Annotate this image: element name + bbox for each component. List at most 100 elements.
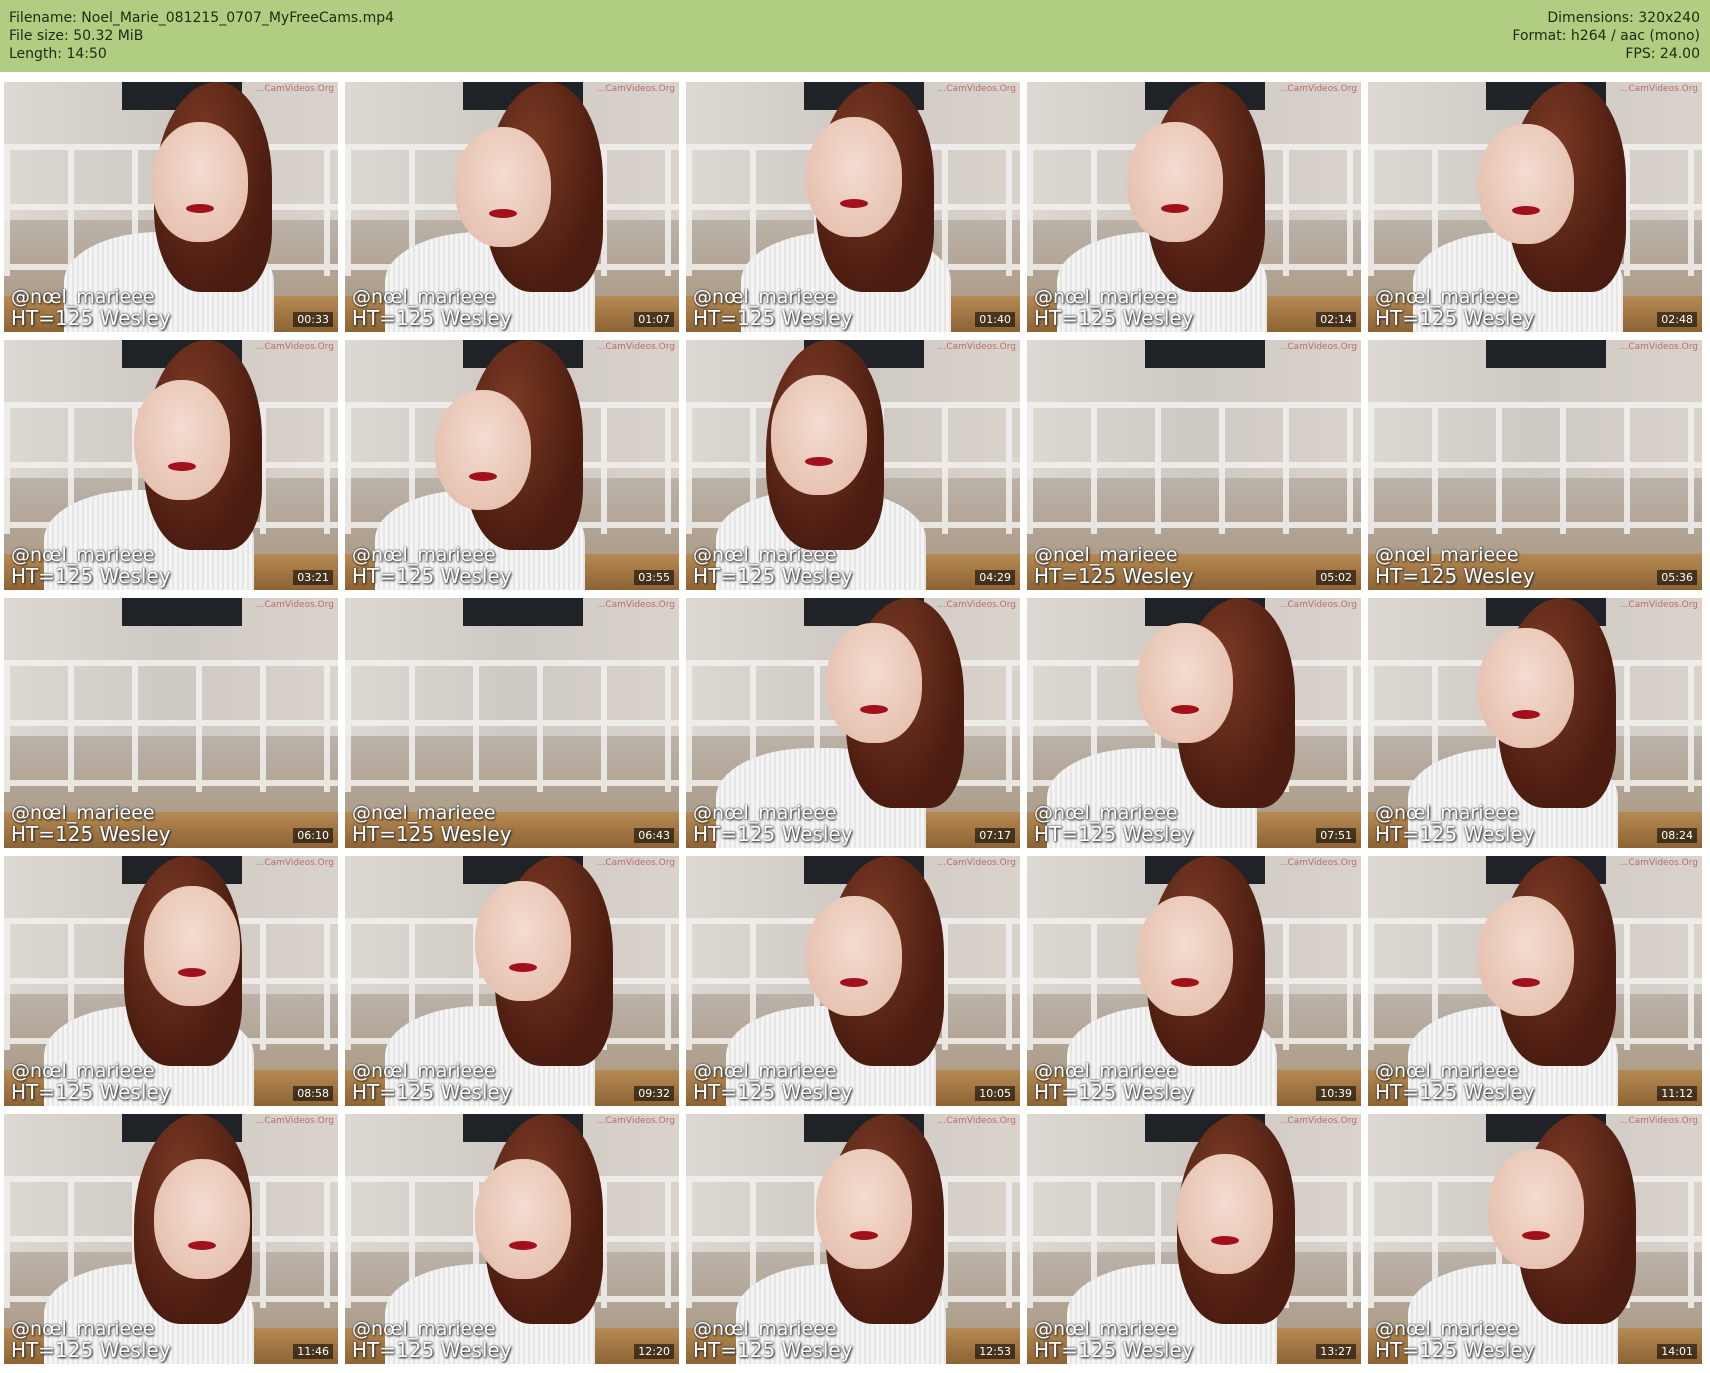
corner-watermark: ...CamVideos.Org (1619, 600, 1698, 610)
video-frame-thumbnail: ...CamVideos.Org @nœl_marieee HT=125 Wesle… (686, 598, 1020, 848)
face (475, 881, 571, 1001)
format-text: Format: h264 / aac (mono) (1512, 28, 1700, 44)
frame-timestamp: 07:17 (975, 828, 1015, 843)
corner-watermark: ...CamVideos.Org (937, 600, 1016, 610)
red-lips (489, 209, 517, 218)
video-frame-thumbnail: ...CamVideos.Org @nœl_marieee HT=125 Wesle… (4, 598, 338, 848)
tip-watermark: HT=125 Wesley (11, 564, 171, 588)
face (826, 623, 922, 743)
face (455, 127, 551, 247)
tip-watermark: HT=125 Wesley (693, 1080, 853, 1104)
video-frame-thumbnail: ...CamVideos.Org @nœl_marieee HT=125 Wesle… (345, 340, 679, 590)
red-lips (469, 472, 497, 481)
video-frame-thumbnail: ...CamVideos.Org @nœl_marieee HT=125 Wesle… (345, 598, 679, 848)
filename-text: Filename: Noel_Marie_081215_0707_MyFreeC… (9, 10, 395, 26)
tip-watermark: HT=125 Wesley (1375, 822, 1535, 846)
red-lips (1161, 204, 1189, 213)
red-lips (840, 978, 868, 987)
tip-watermark: HT=125 Wesley (1375, 306, 1535, 330)
handle-watermark: @nœl_marieee (693, 1318, 837, 1340)
video-frame-thumbnail: ...CamVideos.Org @nœl_marieee HT=125 Wesle… (1368, 856, 1702, 1106)
red-lips (860, 705, 888, 714)
red-lips (805, 457, 833, 466)
frame-timestamp: 11:46 (293, 1344, 333, 1359)
face (816, 1149, 912, 1269)
video-frame-thumbnail: ...CamVideos.Org @nœl_marieee HT=125 Wesle… (345, 82, 679, 332)
corner-watermark: ...CamVideos.Org (937, 1116, 1016, 1126)
handle-watermark: @nœl_marieee (11, 1060, 155, 1082)
handle-watermark: @nœl_marieee (1034, 286, 1178, 308)
frame-timestamp: 06:43 (634, 828, 674, 843)
cube-shelf (4, 660, 338, 792)
handle-watermark: @nœl_marieee (693, 1060, 837, 1082)
corner-watermark: ...CamVideos.Org (255, 600, 334, 610)
face (475, 1159, 571, 1279)
corner-watermark: ...CamVideos.Org (1278, 600, 1357, 610)
tip-watermark: HT=125 Wesley (11, 822, 171, 846)
handle-watermark: @nœl_marieee (1034, 1318, 1178, 1340)
corner-watermark: ...CamVideos.Org (1619, 342, 1698, 352)
tip-watermark: HT=125 Wesley (352, 1080, 512, 1104)
tv-screen (1486, 340, 1606, 368)
tip-watermark: HT=125 Wesley (1034, 1080, 1194, 1104)
frame-timestamp: 07:51 (1316, 828, 1356, 843)
handle-watermark: @nœl_marieee (11, 544, 155, 566)
tip-watermark: HT=125 Wesley (11, 1338, 171, 1362)
face (1137, 896, 1233, 1016)
corner-watermark: ...CamVideos.Org (1278, 84, 1357, 94)
tip-watermark: HT=125 Wesley (1034, 822, 1194, 846)
face (806, 896, 902, 1016)
tv-screen (463, 598, 583, 626)
tip-watermark: HT=125 Wesley (352, 306, 512, 330)
red-lips (188, 1241, 216, 1250)
corner-watermark: ...CamVideos.Org (255, 342, 334, 352)
face (154, 1159, 250, 1279)
frame-timestamp: 04:29 (975, 570, 1015, 585)
tip-watermark: HT=125 Wesley (1034, 564, 1194, 588)
tip-watermark: HT=125 Wesley (693, 822, 853, 846)
cube-shelf (345, 660, 679, 792)
tip-watermark: HT=125 Wesley (1375, 1338, 1535, 1362)
tv-screen (1145, 340, 1265, 368)
tip-watermark: HT=125 Wesley (11, 306, 171, 330)
corner-watermark: ...CamVideos.Org (937, 858, 1016, 868)
handle-watermark: @nœl_marieee (352, 1318, 496, 1340)
tip-watermark: HT=125 Wesley (693, 564, 853, 588)
corner-watermark: ...CamVideos.Org (1619, 1116, 1698, 1126)
corner-watermark: ...CamVideos.Org (1278, 858, 1357, 868)
red-lips (186, 204, 214, 213)
red-lips (850, 1231, 878, 1240)
face (134, 380, 230, 500)
face (1478, 896, 1574, 1016)
handle-watermark: @nœl_marieee (11, 286, 155, 308)
face (1127, 122, 1223, 242)
corner-watermark: ...CamVideos.Org (1619, 84, 1698, 94)
red-lips (840, 199, 868, 208)
red-lips (1171, 978, 1199, 987)
corner-watermark: ...CamVideos.Org (255, 84, 334, 94)
video-frame-thumbnail: ...CamVideos.Org @nœl_marieee HT=125 Wesle… (4, 340, 338, 590)
handle-watermark: @nœl_marieee (352, 544, 496, 566)
video-frame-thumbnail: ...CamVideos.Org @nœl_marieee HT=125 Wesle… (686, 1114, 1020, 1364)
red-lips (509, 1241, 537, 1250)
red-lips (1522, 1231, 1550, 1240)
frame-timestamp: 10:05 (975, 1086, 1015, 1101)
video-frame-thumbnail: ...CamVideos.Org @nœl_marieee HT=125 Wesle… (345, 1114, 679, 1364)
frame-timestamp: 03:55 (634, 570, 674, 585)
handle-watermark: @nœl_marieee (11, 802, 155, 824)
length-text: Length: 14:50 (9, 46, 107, 62)
face (806, 117, 902, 237)
cube-shelf (1027, 402, 1361, 534)
frame-timestamp: 13:27 (1316, 1344, 1356, 1359)
handle-watermark: @nœl_marieee (352, 1060, 496, 1082)
thumbnail-grid: ...CamVideos.Org @nœl_marieee HT=125 Wesle… (4, 82, 1708, 1370)
tip-watermark: HT=125 Wesley (693, 1338, 853, 1362)
frame-timestamp: 14:01 (1657, 1344, 1697, 1359)
video-frame-thumbnail: ...CamVideos.Org @nœl_marieee HT=125 Wesle… (345, 856, 679, 1106)
face (1177, 1154, 1273, 1274)
handle-watermark: @nœl_marieee (1375, 802, 1519, 824)
face (144, 886, 240, 1006)
face (1478, 124, 1574, 244)
corner-watermark: ...CamVideos.Org (596, 858, 675, 868)
video-frame-thumbnail: ...CamVideos.Org @nœl_marieee HT=125 Wesle… (1027, 82, 1361, 332)
